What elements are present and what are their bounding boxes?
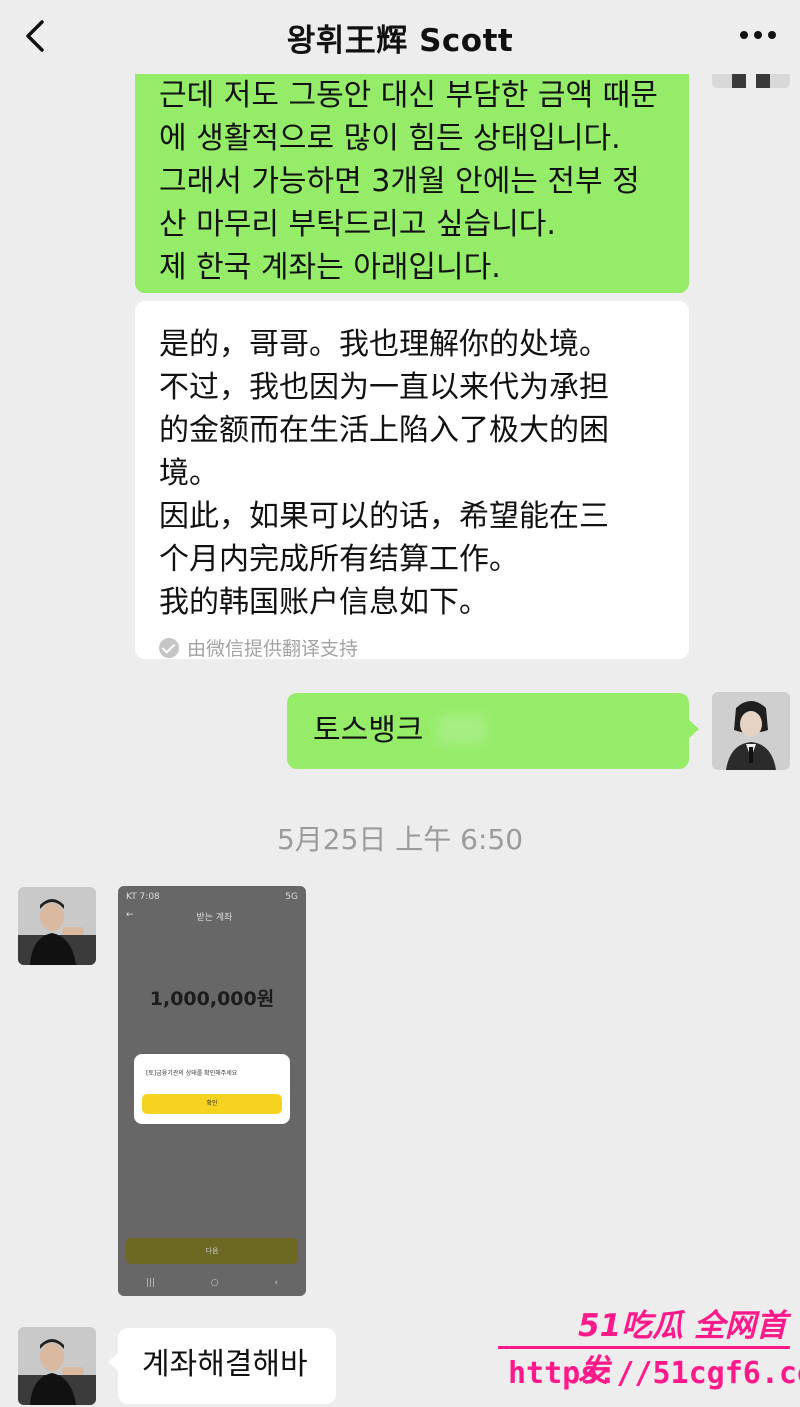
chat-title: 왕휘王辉 Scott — [286, 22, 514, 59]
check-circle-icon — [159, 637, 179, 658]
bubble-tail — [108, 1352, 119, 1372]
phone-home-icon: ○ — [210, 1278, 219, 1288]
phone-status-left: KT 7:08 — [126, 892, 160, 902]
back-chevron-icon[interactable] — [18, 14, 58, 58]
outgoing-message-bubble[interactable]: 근데 저도 그동안 대신 부담한 금액 때문 에 생활적으로 많이 힘든 상태입… — [135, 58, 689, 293]
translation-note-text: 由微信提供翻译支持 — [187, 638, 359, 660]
transfer-amount: 1,000,000원 — [149, 988, 275, 1010]
last-message-text: 계좌해결해바 — [142, 1347, 308, 1382]
phone-system-nav: ||| ○ ‹ — [118, 1278, 306, 1294]
self-avatar[interactable] — [712, 692, 790, 770]
phone-dialog: [토]금융기관의 상태를 확인해주세요 확인 — [134, 1054, 290, 1124]
translation-text: 是的，哥哥。我也理解你的处境。 不过，我也因为一直以来代为承担 的金额而在生活上… — [159, 327, 609, 620]
timestamp: 5月25日 上午 6:50 — [276, 823, 524, 856]
contact-avatar[interactable] — [18, 887, 96, 965]
phone-dialog-text: [토]금융기관의 상태를 확인해주세요 — [146, 1070, 238, 1077]
phone-back-nav-icon: ‹ — [274, 1278, 279, 1288]
phone-dialog-button: 확인 — [142, 1094, 282, 1114]
outgoing-bank-bubble[interactable]: 토스뱅크 — [287, 693, 699, 769]
phone-nav-spacer — [295, 910, 298, 923]
phone-nav-bar: ← 받는 계좌 — [126, 910, 298, 923]
phone-status-right: 5G — [285, 892, 298, 902]
chat-header: 왕휘王辉 Scott — [0, 0, 800, 74]
translation-bubble[interactable]: 是的，哥哥。我也理解你的处境。 不过，我也因为一直以来代为承担 的金额而在生活上… — [135, 301, 689, 661]
blurred-account-number — [437, 715, 487, 745]
translation-note: 由微信提供翻译支持 — [159, 634, 667, 661]
incoming-message-bubble[interactable]: 계좌해결해바 — [108, 1328, 336, 1404]
bank-message-text: 토스뱅크 — [313, 713, 424, 748]
contact-avatar[interactable] — [18, 1327, 96, 1405]
watermark-url: https://51cgf6.com — [508, 1356, 800, 1391]
phone-status-bar: KT 7:08 5G — [126, 892, 298, 902]
more-options-icon[interactable] — [730, 20, 786, 50]
phone-nav-title: 받는 계좌 — [196, 913, 233, 923]
bubble-tail — [688, 719, 699, 739]
phone-back-icon: ← — [126, 910, 134, 920]
phone-next-button: 다음 — [126, 1238, 298, 1264]
shared-screenshot-image[interactable]: KT 7:08 5G ← 받는 계좌 1,000,000원 [토]금융기관의 상… — [118, 886, 306, 1296]
phone-recent-icon: ||| — [145, 1278, 155, 1288]
watermark-divider — [498, 1346, 790, 1349]
message-text: 근데 저도 그동안 대신 부담한 금액 때문 에 생활적으로 많이 힘든 상태입… — [159, 78, 658, 285]
